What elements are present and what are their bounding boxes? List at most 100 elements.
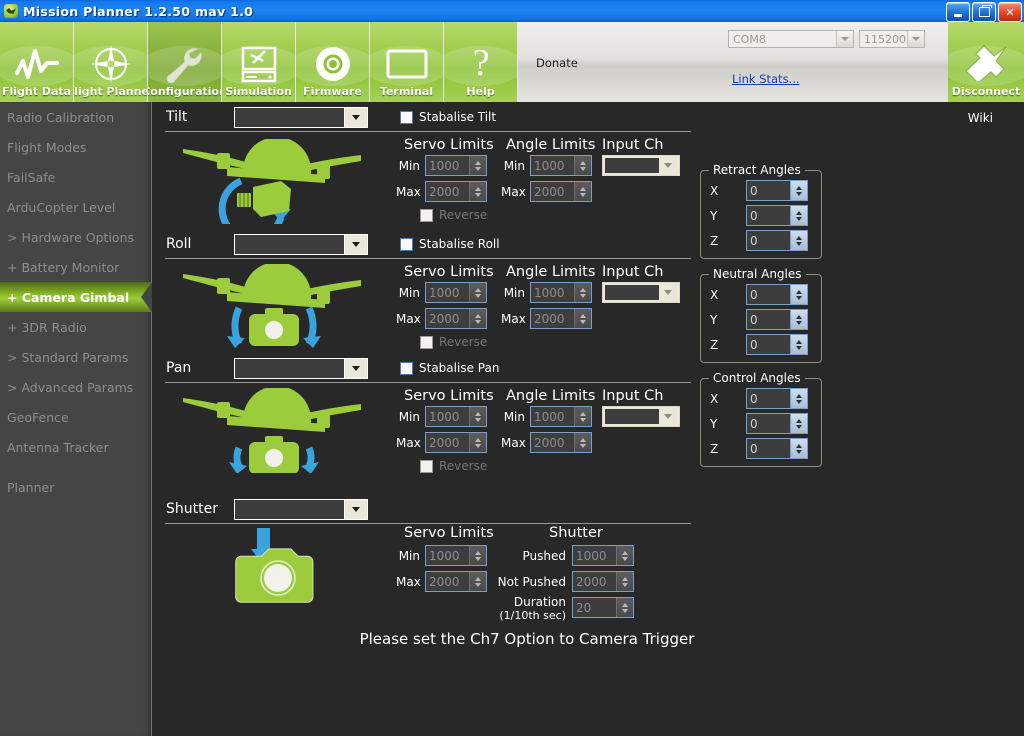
sidebar-item-battery-monitor[interactable]: + Battery Monitor [0,252,151,282]
roll-servo-max-input[interactable]: 2000 [425,308,487,329]
sidebar-item-hardware-options[interactable]: > Hardware Options [0,222,151,252]
tilt-type-select[interactable] [234,106,368,128]
com-port-select[interactable]: COM8 [728,30,854,48]
spinner-buttons[interactable] [790,389,807,408]
retract-angle-x-input[interactable]: 0 [746,180,808,201]
spinner-buttons[interactable] [790,206,807,225]
toolbar-button-firmware[interactable]: Firmware [296,22,370,102]
roll-reverse-checkbox[interactable] [420,335,433,349]
disconnect-button[interactable]: Disconnect [948,22,1024,102]
roll-input-ch-select[interactable] [602,282,680,303]
tilt-angle-max-input[interactable]: 2000 [530,181,592,202]
spinner-buttons[interactable] [574,433,591,452]
control-angle-z-input[interactable]: 0 [746,438,808,459]
sidebar-item-standard-params[interactable]: > Standard Params [0,342,151,372]
tilt-reverse-checkbox[interactable] [420,208,433,222]
retract-angle-z-input[interactable]: 0 [746,230,808,251]
neutral-angle-y-input[interactable]: 0 [746,309,808,330]
link-stats-link[interactable]: Link Stats... [732,72,800,86]
shutter-not-pushed-input[interactable]: 2000 [572,571,634,592]
roll-reverse-row[interactable]: Reverse [420,335,487,349]
tilt-angle-min-input[interactable]: 1000 [530,155,592,176]
sidebar-item-radio-calibration[interactable]: Radio Calibration [0,102,151,132]
toolbar-button-flight-data[interactable]: Flight Data [0,22,74,102]
spinner-buttons[interactable] [790,285,807,304]
stabilise-tilt-row[interactable]: Stabalise Tilt [400,110,496,124]
spinner-buttons[interactable] [574,182,591,201]
toolbar-button-simulation[interactable]: Simulation [222,22,296,102]
roll-angle-max-input[interactable]: 2000 [530,308,592,329]
neutral-angle-x-input[interactable]: 0 [746,284,808,305]
donate-link[interactable]: Donate [536,56,578,70]
shutter-servo-max-input[interactable]: 2000 [425,571,487,592]
toolbar-button-help[interactable]: ? Help [444,22,518,102]
sidebar-item-antenna-tracker[interactable]: Antenna Tracker [0,432,151,462]
neutral-angle-z-input[interactable]: 0 [746,334,808,355]
spinner-buttons[interactable] [469,407,486,426]
control-angle-y-input[interactable]: 0 [746,413,808,434]
toolbar-button-configuration[interactable]: Configuration [148,22,222,102]
sidebar-item-failsafe[interactable]: FailSafe [0,162,151,192]
spinner-buttons[interactable] [469,309,486,328]
sidebar-item-camera-gimbal[interactable]: + Camera Gimbal [0,282,152,312]
pan-type-select[interactable] [234,357,368,379]
spinner-buttons[interactable] [790,231,807,250]
sidebar-item-3dr-radio[interactable]: + 3DR Radio [0,312,151,342]
shutter-duration-input[interactable]: 20 [572,597,634,618]
spinner-buttons[interactable] [790,181,807,200]
stabilise-tilt-checkbox[interactable] [400,110,413,124]
spinner-buttons[interactable] [790,310,807,329]
sidebar-item-geofence[interactable]: GeoFence [0,402,151,432]
shutter-pushed-input[interactable]: 1000 [572,545,634,566]
pan-servo-min-input[interactable]: 1000 [425,406,487,427]
sidebar-item-flight-modes[interactable]: Flight Modes [0,132,151,162]
tilt-servo-max-input[interactable]: 2000 [425,181,487,202]
minimize-button[interactable] [946,2,970,22]
maximize-button[interactable] [972,2,996,22]
spinner-buttons[interactable] [616,546,633,565]
wiki-link[interactable]: Wiki [968,111,993,125]
pan-angle-min-input[interactable]: 1000 [530,406,592,427]
pan-input-ch-select[interactable] [602,406,680,427]
tilt-reverse-row[interactable]: Reverse [420,208,487,222]
shutter-servo-min-input[interactable]: 1000 [425,545,487,566]
spinner-buttons[interactable] [790,335,807,354]
sidebar-item-planner[interactable]: Planner [0,472,151,502]
toolbar-button-flight-planner[interactable]: Flight Planner [74,22,148,102]
stabilise-roll-row[interactable]: Stabalise Roll [400,237,500,251]
spinner-buttons[interactable] [574,309,591,328]
pan-servo-max-input[interactable]: 2000 [425,432,487,453]
spinner-buttons[interactable] [469,182,486,201]
control-angle-x-input[interactable]: 0 [746,388,808,409]
retract-angle-y-input[interactable]: 0 [746,205,808,226]
toolbar-button-terminal[interactable]: Terminal [370,22,444,102]
baud-rate-select[interactable]: 115200 [859,30,925,48]
pan-reverse-checkbox[interactable] [420,459,433,473]
spinner-buttons[interactable] [616,598,633,617]
pan-reverse-row[interactable]: Reverse [420,459,487,473]
spinner-buttons[interactable] [574,283,591,302]
stabilise-roll-checkbox[interactable] [400,237,413,251]
spinner-buttons[interactable] [574,156,591,175]
stabilise-pan-checkbox[interactable] [400,361,413,375]
spinner-buttons[interactable] [469,572,486,591]
roll-type-select[interactable] [234,233,368,255]
spinner-buttons[interactable] [790,439,807,458]
sidebar-item-advanced-params[interactable]: > Advanced Params [0,372,151,402]
pan-angle-max-input[interactable]: 2000 [530,432,592,453]
tilt-input-ch-select[interactable] [602,155,680,176]
roll-angle-min-input[interactable]: 1000 [530,282,592,303]
spinner-buttons[interactable] [790,414,807,433]
shutter-type-select[interactable] [234,498,368,520]
tilt-servo-min-input[interactable]: 1000 [425,155,487,176]
spinner-buttons[interactable] [469,433,486,452]
close-button[interactable]: ✕ [998,2,1022,22]
spinner-buttons[interactable] [469,546,486,565]
spinner-buttons[interactable] [616,572,633,591]
spinner-buttons[interactable] [469,156,486,175]
roll-servo-min-input[interactable]: 1000 [425,282,487,303]
sidebar-item-arducopter-level[interactable]: ArduCopter Level [0,192,151,222]
spinner-buttons[interactable] [574,407,591,426]
spinner-buttons[interactable] [469,283,486,302]
stabilise-pan-row[interactable]: Stabalise Pan [400,361,499,375]
